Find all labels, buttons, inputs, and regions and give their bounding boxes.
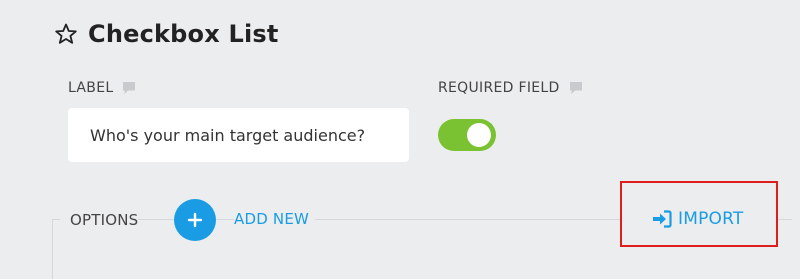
required-field-title: REQUIRED FIELD [438,80,560,96]
import-label: IMPORT [678,209,744,229]
plus-icon [187,212,203,228]
label-input[interactable]: Who's your main target audience? [68,108,409,162]
import-highlight-box: IMPORT [620,181,778,247]
required-field-toggle[interactable] [438,119,496,151]
add-new-button[interactable] [174,199,216,241]
comment-icon[interactable] [122,81,136,95]
label-field-heading: LABEL [68,80,136,96]
import-button[interactable]: IMPORT [652,209,743,229]
label-field-title: LABEL [68,80,114,96]
toggle-knob [467,123,491,147]
page-header: Checkbox List [54,20,279,48]
add-new-link[interactable]: ADD NEW [234,210,316,228]
comment-icon[interactable] [569,81,583,95]
label-input-value: Who's your main target audience? [90,125,366,145]
page-title: Checkbox List [88,20,279,48]
options-heading: OPTIONS [60,200,139,240]
sign-in-icon [652,210,672,228]
required-field-heading: REQUIRED FIELD [438,80,583,96]
star-icon[interactable] [54,22,78,46]
options-title: OPTIONS [70,211,139,229]
